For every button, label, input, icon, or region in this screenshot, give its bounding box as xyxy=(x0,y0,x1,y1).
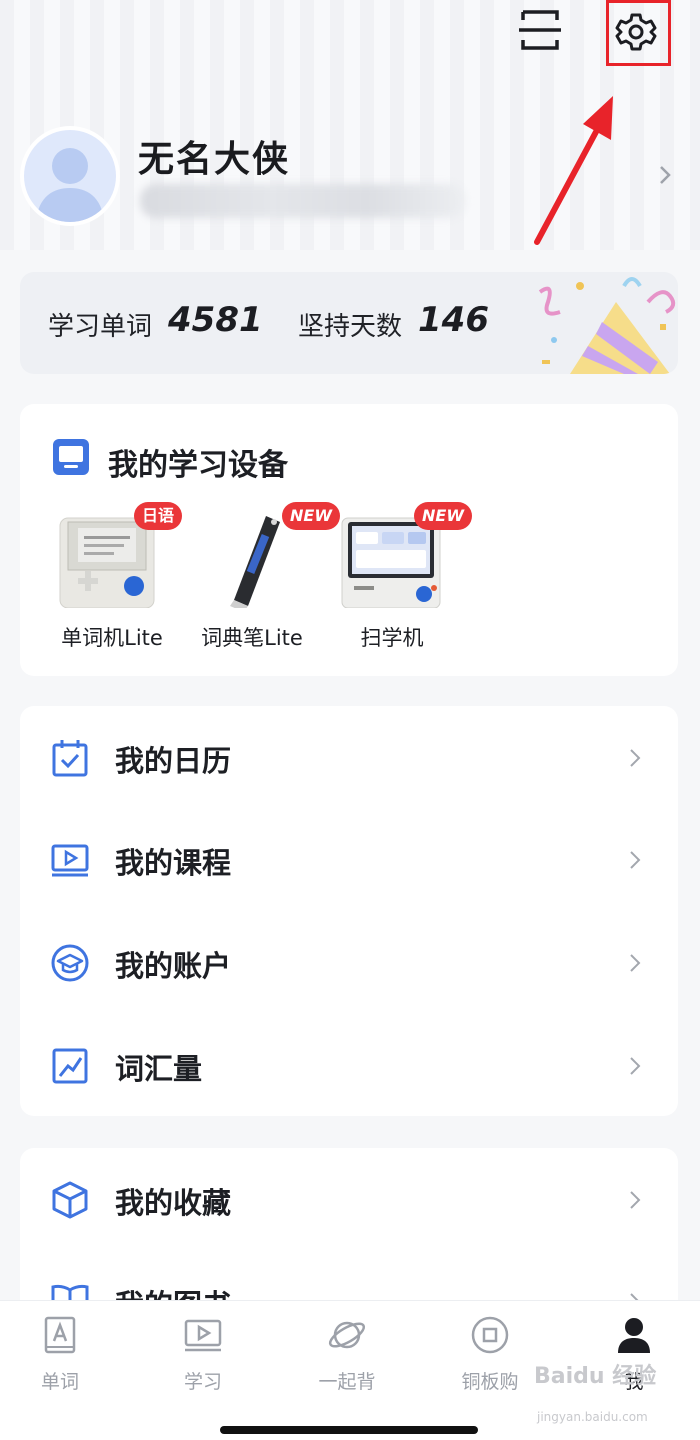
tab-study[interactable]: 学习 xyxy=(133,1301,273,1401)
username[interactable]: 无名大侠 xyxy=(138,130,290,182)
tab-label: 学习 xyxy=(183,1371,222,1393)
person-icon xyxy=(618,1318,650,1353)
tab-recite-together[interactable]: 一起背 xyxy=(277,1301,417,1401)
party-popper-icon xyxy=(538,277,676,374)
avatar-person-icon xyxy=(36,148,104,222)
chevron-right-icon xyxy=(630,851,641,869)
watermark: Baidu 经验 xyxy=(534,1364,657,1389)
account-icon xyxy=(51,944,89,982)
blurred-user-id xyxy=(140,184,465,218)
menu-item-account[interactable]: 我的账户 xyxy=(20,911,678,1013)
word-card-icon xyxy=(44,1316,76,1354)
device-badge: 日语 xyxy=(134,502,182,530)
red-arrow-annotation xyxy=(534,96,613,245)
device-scan-learner[interactable]: NEW 扫学机 xyxy=(322,502,472,662)
menu-label: 我的收藏 xyxy=(115,1186,232,1220)
device-dictionary-pen[interactable]: NEW 词典笔Lite xyxy=(182,502,340,662)
chevron-right-icon xyxy=(630,1191,641,1209)
devices-title: 我的学习设备 xyxy=(108,448,288,483)
words-learned-label: 学习单词 xyxy=(48,312,153,342)
chevron-right-icon xyxy=(630,749,641,767)
menu-card: 我的日历 我的课程 我的账户 词汇量 xyxy=(20,706,678,1116)
monitor-icon xyxy=(53,439,89,475)
device-label: 单词机Lite xyxy=(61,626,163,650)
menu-label: 我的课程 xyxy=(115,846,232,880)
menu-label: 我的账户 xyxy=(115,949,232,983)
tab-label: 单词 xyxy=(40,1371,79,1393)
chevron-right-icon xyxy=(630,954,641,972)
menu-item-calendar[interactable]: 我的日历 xyxy=(20,706,678,808)
calendar-icon xyxy=(52,740,88,777)
streak-days-value: 146 xyxy=(418,300,489,340)
menu-label: 我的日历 xyxy=(115,744,232,778)
device-word-machine[interactable]: 日语 单词机Lite xyxy=(42,502,182,662)
device-badge: NEW xyxy=(414,502,472,530)
devices-card: 我的学习设备 日语 单词机Lite NEW 词典笔Lite NEW 扫学机 xyxy=(20,404,678,676)
streak-days-label: 坚持天数 xyxy=(298,312,403,342)
avatar[interactable] xyxy=(20,126,120,226)
watermark-url: jingyan.baidu.com xyxy=(537,1410,648,1424)
cube-icon xyxy=(52,1181,88,1219)
tab-label: 一起背 xyxy=(318,1371,376,1393)
tab-words[interactable]: 单词 xyxy=(0,1301,130,1401)
chart-icon xyxy=(52,1048,88,1084)
menu-item-favorites[interactable]: 我的收藏 xyxy=(20,1148,678,1250)
menu-item-vocabulary[interactable]: 词汇量 xyxy=(20,1014,678,1116)
chevron-right-icon xyxy=(630,1057,641,1075)
course-icon xyxy=(51,844,89,877)
planet-icon xyxy=(328,1321,366,1349)
menu-label: 词汇量 xyxy=(115,1052,203,1086)
home-indicator[interactable] xyxy=(220,1426,478,1434)
device-label: 扫学机 xyxy=(360,626,424,650)
chevron-right-icon[interactable] xyxy=(656,164,674,186)
scan-icon[interactable] xyxy=(515,8,565,52)
stats-card[interactable]: 学习单词 4581 坚持天数 146 xyxy=(20,272,678,374)
words-learned-value: 4581 xyxy=(168,300,263,340)
video-icon xyxy=(184,1319,222,1352)
shop-icon xyxy=(471,1316,509,1354)
menu-item-courses[interactable]: 我的课程 xyxy=(20,808,678,910)
device-label: 词典笔Lite xyxy=(201,626,303,650)
settings-highlight-box xyxy=(606,0,671,66)
